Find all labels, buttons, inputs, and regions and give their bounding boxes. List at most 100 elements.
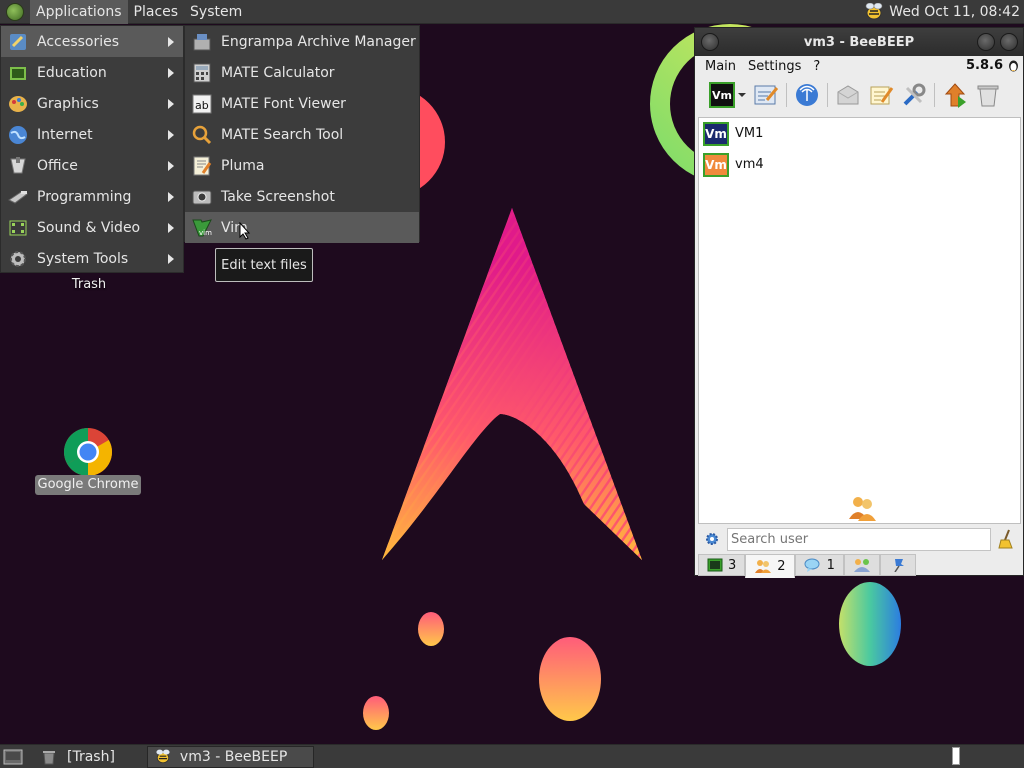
system-menu[interactable]: System — [184, 0, 248, 24]
archive-manager-icon — [193, 33, 211, 50]
trash-desktop-label[interactable]: Trash — [60, 277, 118, 292]
tooltip: Edit text files — [215, 248, 313, 282]
menu-category-programming[interactable]: Programming — [1, 181, 183, 212]
programming-icon — [8, 190, 29, 204]
maximize-button[interactable] — [1000, 33, 1018, 51]
clear-broom-icon[interactable] — [997, 529, 1015, 549]
edit-profile-icon[interactable] — [753, 82, 779, 108]
tab-chats[interactable]: 3 — [698, 554, 746, 576]
tab-count: 2 — [777, 558, 786, 574]
mouse-cursor-icon — [239, 222, 251, 240]
menu-item-engrampa[interactable]: Engrampa Archive Manager — [185, 26, 419, 57]
menu-category-office[interactable]: Office — [1, 150, 183, 181]
user-avatar: Vm — [703, 152, 729, 177]
menu-category-graphics[interactable]: Graphics — [1, 88, 183, 119]
view-tabs: 3 2 1 — [698, 554, 916, 578]
submenu-arrow-icon — [168, 68, 174, 78]
show-desktop-icon[interactable] — [3, 748, 23, 766]
tab-pinned[interactable] — [879, 554, 916, 576]
menu-category-internet[interactable]: Internet — [1, 119, 183, 150]
places-menu[interactable]: Places — [128, 0, 185, 24]
menu-item-label: Take Screenshot — [221, 188, 335, 205]
notes-icon[interactable] — [868, 82, 894, 108]
submenu-arrow-icon — [168, 37, 174, 47]
menu-category-label: System Tools — [37, 250, 129, 267]
office-icon — [10, 156, 26, 173]
chevron-down-icon[interactable] — [737, 82, 747, 108]
user-avatar: Vm — [703, 121, 729, 146]
graphics-icon — [9, 95, 27, 112]
beebeep-toolbar: Vm — [695, 76, 1023, 114]
beebeep-icon — [156, 749, 170, 763]
menu-item-vim[interactable]: vim Vim — [185, 212, 419, 243]
menu-category-label: Sound & Video — [37, 219, 141, 236]
taskbar-beebeep[interactable]: vm3 - BeeBEEP — [146, 745, 314, 768]
submenu-arrow-icon — [168, 99, 174, 109]
search-user-input[interactable] — [727, 528, 991, 551]
menu-category-sound-video[interactable]: Sound & Video — [1, 212, 183, 243]
google-chrome-desktop-label[interactable]: Google Chrome — [35, 475, 141, 495]
top-panel: Applications Places System Wed Oct 11, 0… — [0, 0, 1024, 24]
beebeep-tray-icon[interactable] — [863, 2, 885, 21]
menu-item-calculator[interactable]: MATE Calculator — [185, 57, 419, 88]
font-viewer-icon: ab — [192, 94, 212, 113]
menu-main[interactable]: Main — [699, 59, 742, 74]
menu-category-label: Internet — [37, 126, 93, 143]
applications-menu-popup: Accessories Education Graphics Internet … — [0, 25, 184, 273]
tools-icon[interactable] — [901, 82, 927, 108]
toolbar-separator — [827, 83, 828, 107]
menu-item-font-viewer[interactable]: ab MATE Font Viewer — [185, 88, 419, 119]
taskbar-trash[interactable]: [Trash] — [35, 746, 121, 768]
tab-messages[interactable]: 1 — [794, 554, 844, 576]
users-tab-icon — [755, 560, 772, 573]
pin-icon — [894, 559, 904, 572]
user-row[interactable]: Vm vm4 — [699, 149, 1020, 180]
menu-category-system-tools[interactable]: System Tools — [1, 243, 183, 274]
submenu-arrow-icon — [168, 161, 174, 171]
chat-list-icon — [707, 558, 723, 572]
vim-icon: vim — [192, 218, 212, 237]
messages-icon — [804, 558, 820, 572]
minimize-button[interactable] — [977, 33, 995, 51]
mate-logo-icon — [6, 2, 24, 21]
user-row[interactable]: Vm VM1 — [699, 118, 1020, 149]
internet-icon — [9, 125, 27, 144]
tux-icon — [1009, 60, 1018, 72]
menu-item-search-tool[interactable]: MATE Search Tool — [185, 119, 419, 150]
window-titlebar[interactable]: vm3 - BeeBEEP — [695, 28, 1023, 56]
menu-category-accessories[interactable]: Accessories — [1, 26, 183, 57]
menu-settings[interactable]: Settings — [742, 59, 807, 74]
user-name: vm4 — [735, 157, 764, 172]
update-icon[interactable] — [942, 82, 968, 108]
window-title: vm3 - BeeBEEP — [803, 34, 915, 50]
beebeep-menubar: Main Settings ? 5.8.6 — [695, 56, 1023, 76]
menu-item-pluma[interactable]: Pluma — [185, 150, 419, 181]
accessories-submenu: Engrampa Archive Manager MATE Calculator… — [184, 25, 420, 243]
window-menu-button[interactable] — [701, 33, 719, 51]
tab-users[interactable]: 2 — [745, 554, 795, 578]
menu-category-label: Graphics — [37, 95, 99, 112]
bottom-panel: [Trash] vm3 - BeeBEEP — [0, 744, 1024, 768]
workspace-switcher[interactable] — [952, 747, 960, 765]
menu-category-label: Office — [37, 157, 78, 174]
network-icon[interactable] — [794, 82, 820, 108]
menu-item-screenshot[interactable]: Take Screenshot — [185, 181, 419, 212]
trash-icon[interactable] — [975, 82, 1001, 108]
trash-icon — [43, 750, 55, 764]
system-tools-icon — [10, 250, 26, 267]
toolbar-separator — [786, 83, 787, 107]
menu-category-education[interactable]: Education — [1, 57, 183, 88]
tab-groups[interactable] — [843, 554, 880, 576]
menu-category-label: Education — [37, 64, 107, 81]
menu-help[interactable]: ? — [807, 59, 826, 74]
google-chrome-icon[interactable] — [63, 427, 113, 477]
menu-category-label: Accessories — [37, 33, 120, 50]
clock[interactable]: Wed Oct 11, 08:42 — [889, 4, 1024, 20]
mail-icon[interactable] — [835, 82, 861, 108]
submenu-arrow-icon — [168, 130, 174, 140]
applications-menu[interactable]: Applications — [30, 0, 128, 24]
network-gear-icon[interactable] — [704, 531, 720, 547]
search-bar — [698, 527, 1021, 553]
profile-button[interactable]: Vm — [709, 82, 735, 108]
tab-count: 3 — [728, 557, 737, 573]
